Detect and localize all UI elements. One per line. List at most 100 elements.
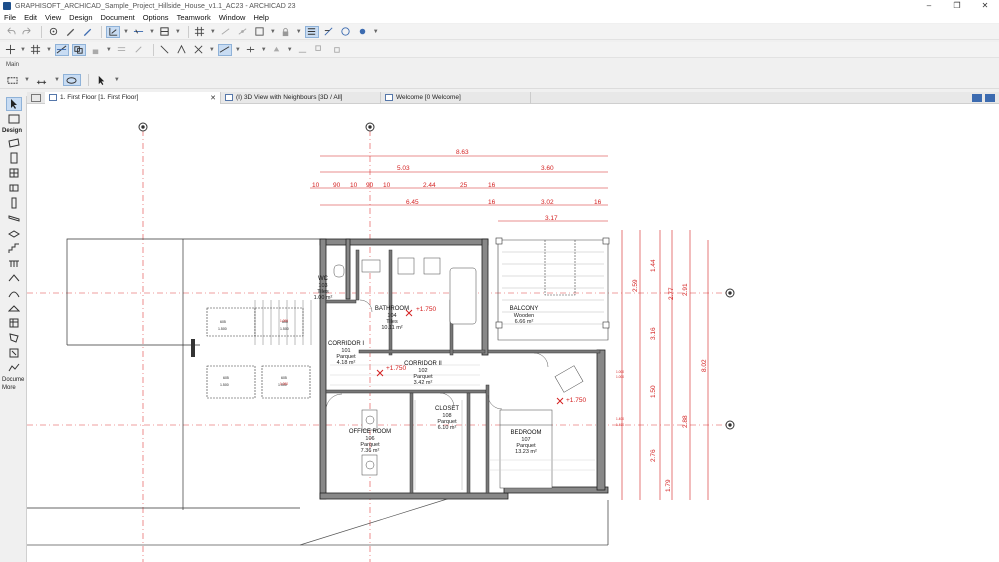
inject-icon[interactable]	[80, 26, 94, 38]
rotate-icon[interactable]	[175, 44, 189, 56]
door-tool-icon[interactable]	[6, 151, 22, 165]
guide-lines-icon[interactable]	[54, 43, 69, 56]
arrow-tool-icon[interactable]	[6, 97, 22, 111]
tab-overview-icon[interactable]	[31, 93, 41, 102]
measure-icon[interactable]	[33, 74, 51, 86]
column-tool-icon[interactable]	[6, 196, 22, 210]
minimize-button[interactable]: –	[915, 0, 943, 12]
railing-tool-icon[interactable]	[6, 256, 22, 270]
window-tool-icon[interactable]	[6, 166, 22, 180]
slab-tool-icon[interactable]	[6, 226, 22, 240]
chevron-down-icon[interactable]: ▼	[114, 77, 120, 83]
menu-teamwork[interactable]: Teamwork	[177, 13, 211, 22]
chevron-down-icon[interactable]: ▼	[54, 77, 60, 83]
group-lock-icon[interactable]	[89, 44, 103, 56]
menu-file[interactable]: File	[4, 13, 16, 22]
marquee-tool-icon[interactable]	[6, 112, 22, 126]
renovation-filter-icon[interactable]	[304, 25, 319, 38]
menu-bar: File Edit View Design Document Options T…	[0, 12, 999, 23]
chevron-down-icon[interactable]: ▼	[175, 29, 181, 35]
chevron-down-icon[interactable]: ▼	[210, 29, 216, 35]
chevron-down-icon[interactable]: ▼	[270, 29, 276, 35]
fill-trim-icon[interactable]	[296, 44, 310, 56]
tab-3d-view[interactable]: (I) 3D View with Neighbours [3D / All]	[221, 91, 381, 104]
layer-combo-icon[interactable]	[106, 25, 120, 38]
skylight-tool-icon[interactable]	[6, 301, 22, 315]
layers-icon[interactable]	[115, 44, 129, 56]
model-view-icon[interactable]	[158, 26, 172, 38]
trace-icon[interactable]	[219, 26, 233, 38]
menu-view[interactable]: View	[45, 13, 61, 22]
morph-tool-icon[interactable]	[6, 331, 22, 345]
grid-icon[interactable]	[193, 26, 207, 38]
object-tool-icon[interactable]	[6, 181, 22, 195]
marquee-icon[interactable]	[3, 74, 21, 86]
chevron-down-icon[interactable]: ▼	[123, 29, 129, 35]
close-button[interactable]: ✕	[971, 0, 999, 12]
lock-icon[interactable]	[279, 26, 293, 38]
partial-structure-icon[interactable]	[253, 26, 267, 38]
suspend-groups-icon[interactable]	[71, 43, 86, 56]
menu-help[interactable]: Help	[253, 13, 268, 22]
menu-edit[interactable]: Edit	[24, 13, 37, 22]
design-group-label[interactable]: Design	[0, 128, 26, 134]
undo-icon[interactable]	[3, 26, 17, 38]
tab-list-icon[interactable]	[972, 93, 982, 102]
reference-icon[interactable]	[236, 26, 250, 38]
curtain-wall-tool-icon[interactable]	[6, 316, 22, 330]
chevron-down-icon[interactable]: ▼	[106, 47, 112, 53]
tab-welcome[interactable]: Welcome [0 Welcome]	[381, 91, 531, 104]
chevron-down-icon[interactable]: ▼	[149, 29, 155, 35]
adjust-icon[interactable]	[330, 44, 344, 56]
roof-tool-icon[interactable]	[6, 271, 22, 285]
svg-text:3.16: 3.16	[650, 327, 657, 340]
mirror-icon[interactable]	[192, 44, 206, 56]
chevron-down-icon[interactable]: ▼	[24, 77, 30, 83]
close-icon[interactable]: ✕	[210, 94, 216, 102]
pen-set-icon[interactable]	[132, 26, 146, 38]
tab-first-floor[interactable]: 1. First Floor [1. First Floor] ✕	[45, 91, 221, 104]
render-icon[interactable]	[356, 26, 370, 38]
chevron-down-icon[interactable]: ▼	[287, 47, 293, 53]
arrange-icon[interactable]	[132, 44, 146, 56]
stair-label: 1.500	[220, 383, 229, 387]
floor-plan-canvas[interactable]: 8.63 5.03 3.60 10 90 10 90 10 2.44 25 16…	[27, 104, 999, 562]
chevron-down-icon[interactable]: ▼	[373, 29, 379, 35]
cursor-snap-icon[interactable]	[3, 44, 17, 56]
beam-tool-icon[interactable]	[6, 211, 22, 225]
chevron-down-icon[interactable]: ▼	[235, 47, 241, 53]
split-icon[interactable]	[244, 44, 258, 56]
menu-window[interactable]: Window	[219, 13, 246, 22]
mesh-tool-icon[interactable]	[6, 361, 22, 375]
tab-options	[972, 93, 995, 102]
redo-icon[interactable]	[20, 26, 34, 38]
stair-tool-icon[interactable]	[6, 241, 22, 255]
settings-icon[interactable]	[46, 26, 60, 38]
wall-tool-icon[interactable]	[6, 136, 22, 150]
orbit-icon[interactable]	[62, 74, 81, 86]
3d-navigation-icon[interactable]	[339, 26, 353, 38]
chevron-down-icon[interactable]: ▼	[296, 29, 302, 35]
menu-options[interactable]: Options	[143, 13, 169, 22]
restore-button[interactable]: ❐	[943, 0, 971, 12]
more-group-label[interactable]: More	[0, 385, 26, 391]
pick-up-icon[interactable]	[63, 26, 77, 38]
tab-menu-icon[interactable]	[985, 93, 995, 102]
drag-icon[interactable]	[158, 44, 172, 56]
snap-grid-icon[interactable]	[29, 44, 43, 56]
fill-icon[interactable]	[270, 44, 284, 56]
chevron-down-icon[interactable]: ▼	[20, 47, 26, 53]
graphic-override-icon[interactable]	[322, 26, 336, 38]
arrow-pointer-icon[interactable]	[93, 74, 111, 86]
chevron-down-icon[interactable]: ▼	[46, 47, 52, 53]
zone-tool-icon[interactable]	[6, 346, 22, 360]
offset-icon[interactable]	[217, 43, 232, 56]
chevron-down-icon[interactable]: ▼	[261, 47, 267, 53]
chevron-down-icon[interactable]: ▼	[209, 47, 215, 53]
document-group-label[interactable]: Docume	[0, 377, 26, 383]
shell-tool-icon[interactable]	[6, 286, 22, 300]
menu-design[interactable]: Design	[69, 13, 92, 22]
svg-text:2.59: 2.59	[632, 279, 639, 292]
menu-document[interactable]: Document	[101, 13, 135, 22]
intersect-icon[interactable]	[313, 44, 327, 56]
